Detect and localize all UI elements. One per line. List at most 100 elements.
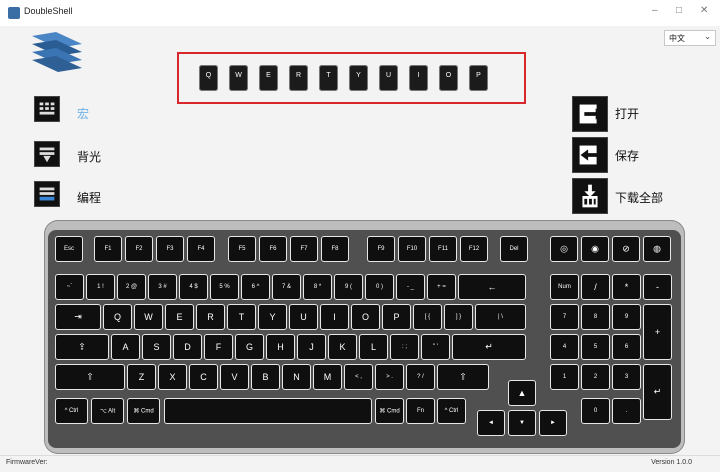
- key-f4[interactable]: F4: [187, 236, 215, 262]
- key-num-plus[interactable]: +: [643, 304, 672, 360]
- key-u[interactable]: U: [289, 304, 318, 330]
- key-right-cmd[interactable]: ⌘ Cmd: [375, 398, 404, 424]
- key-f3[interactable]: F3: [156, 236, 184, 262]
- key-num-enter[interactable]: ↵: [643, 364, 672, 420]
- key-9[interactable]: 9 (: [334, 274, 363, 300]
- key-num-divide[interactable]: /: [581, 274, 610, 300]
- key-tab[interactable]: ⇥: [55, 304, 101, 330]
- key-media-1[interactable]: ◎: [550, 236, 578, 262]
- key-comma[interactable]: < ,: [344, 364, 373, 390]
- key-left-alt[interactable]: ⌥ Alt: [91, 398, 124, 424]
- key-x[interactable]: X: [158, 364, 187, 390]
- key-num-8[interactable]: 8: [581, 304, 610, 330]
- key-arrow-up[interactable]: ▲: [508, 380, 536, 406]
- key-7[interactable]: 7 &: [272, 274, 301, 300]
- key-media-4[interactable]: ◍: [643, 236, 671, 262]
- key-f9[interactable]: F9: [367, 236, 395, 262]
- key-f2[interactable]: F2: [125, 236, 153, 262]
- key-num-6[interactable]: 6: [612, 334, 641, 360]
- key-num-5[interactable]: 5: [581, 334, 610, 360]
- maximize-button[interactable]: □: [676, 5, 682, 16]
- key-arrow-right[interactable]: ►: [539, 410, 567, 436]
- key-num-1[interactable]: 1: [550, 364, 579, 390]
- key-5[interactable]: 5 %: [210, 274, 239, 300]
- key-c[interactable]: C: [189, 364, 218, 390]
- key-p[interactable]: P: [382, 304, 411, 330]
- key-num-minus[interactable]: -: [643, 274, 672, 300]
- key-del[interactable]: Del: [500, 236, 528, 262]
- key-num-2[interactable]: 2: [581, 364, 610, 390]
- preview-key[interactable]: E: [259, 65, 278, 91]
- key-esc[interactable]: Esc: [55, 236, 83, 262]
- key-z[interactable]: Z: [127, 364, 156, 390]
- key-fn[interactable]: Fn: [406, 398, 435, 424]
- preview-key[interactable]: Q: [199, 65, 218, 91]
- key-num-4[interactable]: 4: [550, 334, 579, 360]
- key-f5[interactable]: F5: [228, 236, 256, 262]
- language-select[interactable]: 中文 ⌄: [664, 30, 716, 46]
- key-num-0[interactable]: 0: [581, 398, 610, 424]
- key-2[interactable]: 2 @: [117, 274, 146, 300]
- key-period[interactable]: > .: [375, 364, 404, 390]
- key-3[interactable]: 3 #: [148, 274, 177, 300]
- key-h[interactable]: H: [266, 334, 295, 360]
- key-b[interactable]: B: [251, 364, 280, 390]
- key-f8[interactable]: F8: [321, 236, 349, 262]
- preview-key[interactable]: W: [229, 65, 248, 91]
- preview-key[interactable]: P: [469, 65, 488, 91]
- key-arrow-left[interactable]: ◄: [477, 410, 505, 436]
- key-4[interactable]: 4 $: [179, 274, 208, 300]
- key-num-7[interactable]: 7: [550, 304, 579, 330]
- key-f7[interactable]: F7: [290, 236, 318, 262]
- key-1[interactable]: 1 !: [86, 274, 115, 300]
- key-minus[interactable]: - _: [396, 274, 425, 300]
- preview-key[interactable]: O: [439, 65, 458, 91]
- minimize-button[interactable]: –: [652, 5, 658, 16]
- key-y[interactable]: Y: [258, 304, 287, 330]
- key-f1[interactable]: F1: [94, 236, 122, 262]
- key-left-shift[interactable]: ⇧: [55, 364, 125, 390]
- key-f6[interactable]: F6: [259, 236, 287, 262]
- key-slash[interactable]: ? /: [406, 364, 435, 390]
- key-right-ctrl[interactable]: ^ Ctrl: [437, 398, 466, 424]
- key-i[interactable]: I: [320, 304, 349, 330]
- key-f12[interactable]: F12: [460, 236, 488, 262]
- key-left-ctrl[interactable]: ^ Ctrl: [55, 398, 88, 424]
- key-r[interactable]: R: [196, 304, 225, 330]
- key-enter[interactable]: ↵: [452, 334, 526, 360]
- key-numlock[interactable]: Num: [550, 274, 579, 300]
- key-m[interactable]: M: [313, 364, 342, 390]
- key-e[interactable]: E: [165, 304, 194, 330]
- key-l[interactable]: L: [359, 334, 388, 360]
- key-q[interactable]: Q: [103, 304, 132, 330]
- key-d[interactable]: D: [173, 334, 202, 360]
- preview-key[interactable]: U: [379, 65, 398, 91]
- key-num-9[interactable]: 9: [612, 304, 641, 330]
- key-t[interactable]: T: [227, 304, 256, 330]
- key-num-dot[interactable]: .: [612, 398, 641, 424]
- preview-key[interactable]: T: [319, 65, 338, 91]
- key-0[interactable]: 0 ): [365, 274, 394, 300]
- preview-key[interactable]: I: [409, 65, 428, 91]
- key-media-3[interactable]: ⊘: [612, 236, 640, 262]
- preview-key[interactable]: R: [289, 65, 308, 91]
- key-g[interactable]: G: [235, 334, 264, 360]
- key-space[interactable]: [164, 398, 372, 424]
- key-quote[interactable]: " ': [421, 334, 450, 360]
- key-a[interactable]: A: [111, 334, 140, 360]
- key-num-3[interactable]: 3: [612, 364, 641, 390]
- key-k[interactable]: K: [328, 334, 357, 360]
- preview-key[interactable]: Y: [349, 65, 368, 91]
- key-tilde[interactable]: ~`: [55, 274, 84, 300]
- key-left-cmd[interactable]: ⌘ Cmd: [127, 398, 160, 424]
- key-n[interactable]: N: [282, 364, 311, 390]
- key-arrow-down[interactable]: ▼: [508, 410, 536, 436]
- key-lbracket[interactable]: [ {: [413, 304, 442, 330]
- key-f11[interactable]: F11: [429, 236, 457, 262]
- key-backspace[interactable]: ←: [458, 274, 526, 300]
- key-6[interactable]: 6 ^: [241, 274, 270, 300]
- close-button[interactable]: ✕: [700, 5, 708, 16]
- key-v[interactable]: V: [220, 364, 249, 390]
- key-s[interactable]: S: [142, 334, 171, 360]
- key-f[interactable]: F: [204, 334, 233, 360]
